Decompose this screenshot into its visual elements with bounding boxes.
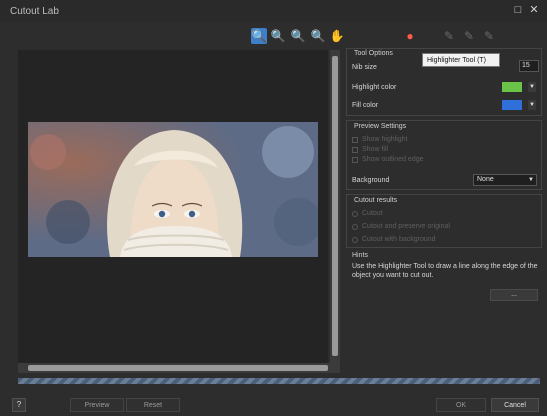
background-select[interactable]: None ▼ [473, 174, 537, 186]
nib-size-stepper[interactable]: 15 [519, 60, 539, 72]
background-label: Background [352, 177, 390, 184]
cutout-background-radio[interactable] [352, 237, 358, 243]
reset-button[interactable]: Reset [126, 398, 180, 412]
progress-bar [18, 378, 540, 384]
toolbar: 🔍 🔍 🔍 🔍 ✋ ● ✎ ✎ ✎ [0, 28, 547, 48]
hints-text: Use the Highlighter Tool to draw a line … [352, 263, 538, 279]
nib-size-value: 15 [522, 62, 530, 69]
cutout-preserve-radio[interactable] [352, 224, 358, 230]
title-bar: Cutout Lab □ ✕ [0, 0, 547, 22]
more-button[interactable]: ... [490, 289, 538, 301]
window-title: Cutout Lab [10, 6, 59, 17]
cutout-option-label: Cutout [362, 210, 383, 217]
fill-color-swatch[interactable] [502, 100, 522, 110]
preview-settings-title: Preview Settings [354, 123, 407, 130]
show-fill-label: Show fill [362, 146, 389, 153]
cutout-results-title: Cutout results [354, 197, 398, 204]
tool-options-title: Tool Options [354, 50, 393, 57]
cutout-radio[interactable] [352, 211, 358, 217]
portrait-photo [28, 122, 318, 257]
cutout-background-label: Cutout with background [362, 236, 436, 243]
preview-button[interactable]: Preview [70, 398, 124, 412]
nib-size-label: Nib size [352, 64, 377, 71]
chevron-down-icon[interactable]: ▼ [528, 100, 536, 110]
chevron-down-icon: ▼ [528, 177, 534, 183]
zoom-actual-icon[interactable]: 🔍 [310, 28, 326, 44]
help-button[interactable]: ? [12, 398, 26, 412]
photo-preview[interactable] [28, 122, 318, 257]
show-highlight-label: Show highlight [362, 136, 408, 143]
vertical-scroll-thumb[interactable] [332, 56, 338, 356]
pencil-icon[interactable]: ✎ [481, 28, 497, 44]
cancel-button[interactable]: Cancel [491, 398, 539, 412]
highlight-color-swatch[interactable] [502, 82, 522, 92]
cutout-preserve-label: Cutout and preserve original [362, 223, 450, 230]
cutout-lab-window: Cutout Lab □ ✕ 🔍 🔍 🔍 🔍 ✋ ● ✎ ✎ ✎ Highlig… [0, 0, 547, 416]
footer: ? Preview Reset OK Cancel [0, 388, 547, 416]
ok-button[interactable]: OK [436, 398, 486, 412]
show-fill-checkbox[interactable] [352, 147, 358, 153]
background-value: None [477, 176, 494, 183]
eraser-icon[interactable]: ✎ [441, 28, 457, 44]
fill-color-label: Fill color [352, 102, 379, 109]
zoom-in-icon[interactable]: 🔍 [270, 28, 286, 44]
show-highlight-checkbox[interactable] [352, 137, 358, 143]
show-outlined-edge-checkbox[interactable] [352, 157, 358, 163]
close-icon[interactable]: ✕ [528, 4, 540, 16]
horizontal-scroll-thumb[interactable] [28, 365, 328, 371]
hand-pan-icon[interactable]: ✋ [329, 28, 345, 44]
zoom-fit-icon[interactable]: 🔍 [251, 28, 267, 44]
show-outlined-edge-label: Show outlined edge [362, 156, 424, 163]
highlight-color-label: Highlight color [352, 84, 397, 91]
maximize-icon[interactable]: □ [512, 4, 524, 16]
hints-title: Hints [352, 252, 368, 259]
zoom-out-icon[interactable]: 🔍 [290, 28, 306, 44]
brush-icon[interactable]: ✎ [461, 28, 477, 44]
highlighter-icon[interactable]: ● [402, 28, 418, 44]
chevron-down-icon[interactable]: ▼ [528, 82, 536, 92]
